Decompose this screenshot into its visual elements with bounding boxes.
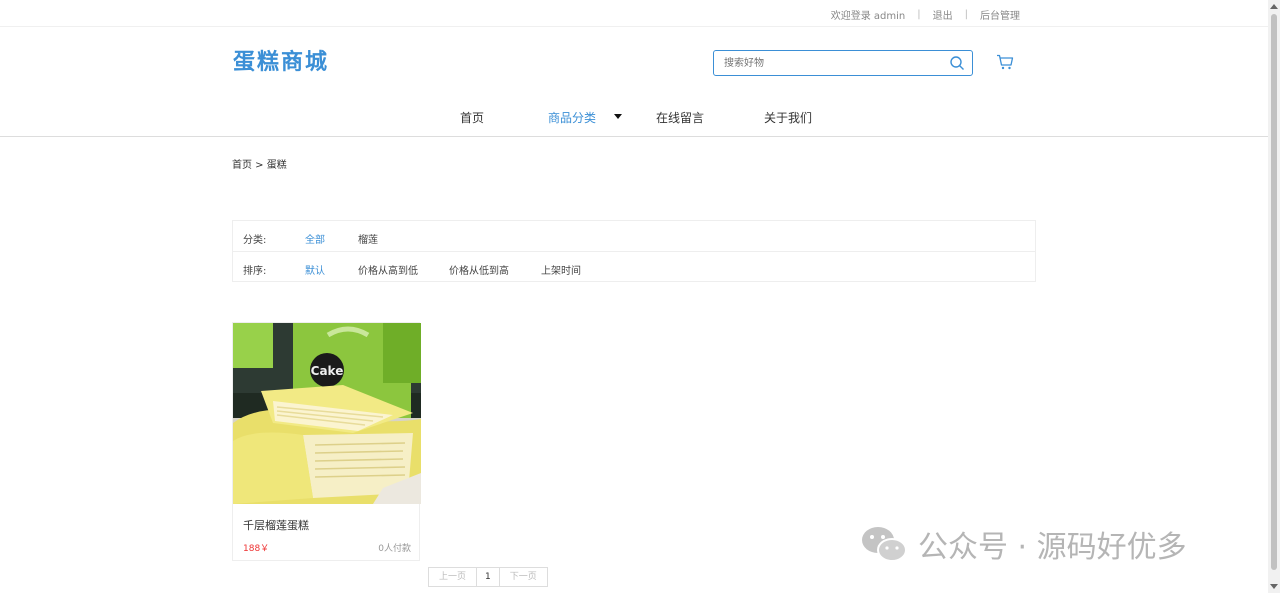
scroll-down-icon[interactable] [1270,584,1278,589]
svg-text:Cake: Cake [311,364,344,378]
pagination: 上一页 1 下一页 [428,567,548,587]
top-links: 欢迎登录 admin | 退出 | 后台管理 [831,7,1020,22]
admin-link[interactable]: 后台管理 [980,7,1020,22]
cart-icon[interactable] [996,54,1014,70]
category-label: 分类: [243,235,267,246]
separator: | [917,9,921,20]
product-image[interactable]: Cake [233,323,421,504]
nav-message[interactable]: 在线留言 [656,109,704,126]
prev-page-button[interactable]: 上一页 [429,568,476,586]
product-name[interactable]: 千层榴莲蛋糕 [243,517,309,533]
product-price: 188￥ [243,544,270,554]
logo[interactable]: 蛋糕商城 [233,44,329,76]
next-page-button[interactable]: 下一页 [500,568,547,586]
nav-home[interactable]: 首页 [460,109,484,126]
watermark: 公众号 · 源码好优多 [860,522,1187,566]
separator: | [964,9,968,20]
main-nav: 首页 商品分类 在线留言 关于我们 [0,97,1268,137]
category-filter-row: 分类: 全部 榴莲 [233,221,1035,251]
wechat-icon [862,527,907,562]
welcome-text: 欢迎登录 admin [830,11,906,22]
caret-down-icon[interactable] [614,114,622,119]
watermark-text: 公众号 · 源码好优多 [918,530,1187,565]
product-sales: 0人付款 [378,544,411,554]
category-all[interactable]: 全部 [305,231,325,246]
search-icon[interactable] [949,55,965,71]
sort-filter-row: 排序: 默认 价格从高到低 价格从低到高 上架时间 [233,251,1035,281]
sort-default[interactable]: 默认 [305,262,325,277]
scroll-up-icon[interactable] [1270,4,1278,9]
page-1-button[interactable]: 1 [476,568,500,586]
category-durian[interactable]: 榴莲 [358,231,378,246]
nav-about[interactable]: 关于我们 [764,109,812,126]
breadcrumb: 首页 > 蛋糕 [232,160,287,171]
scrollbar[interactable] [1268,0,1280,593]
scrollbar-thumb[interactable] [1271,14,1277,570]
sort-time[interactable]: 上架时间 [541,262,581,277]
filter-panel: 分类: 全部 榴莲 排序: 默认 价格从高到低 价格从低到高 上架时间 [232,220,1036,282]
sort-price-high[interactable]: 价格从高到低 [358,262,418,277]
top-bar: 欢迎登录 admin | 退出 | 后台管理 [0,0,1268,27]
sort-price-low[interactable]: 价格从低到高 [449,262,509,277]
product-card[interactable]: Cake 千层榴莲蛋糕 188￥ 0人付款 [232,322,421,561]
nav-category[interactable]: 商品分类 [548,109,596,126]
search-box[interactable] [713,50,973,76]
search-input[interactable] [724,51,944,76]
logout-link[interactable]: 退出 [933,7,953,22]
sort-label: 排序: [243,266,267,277]
